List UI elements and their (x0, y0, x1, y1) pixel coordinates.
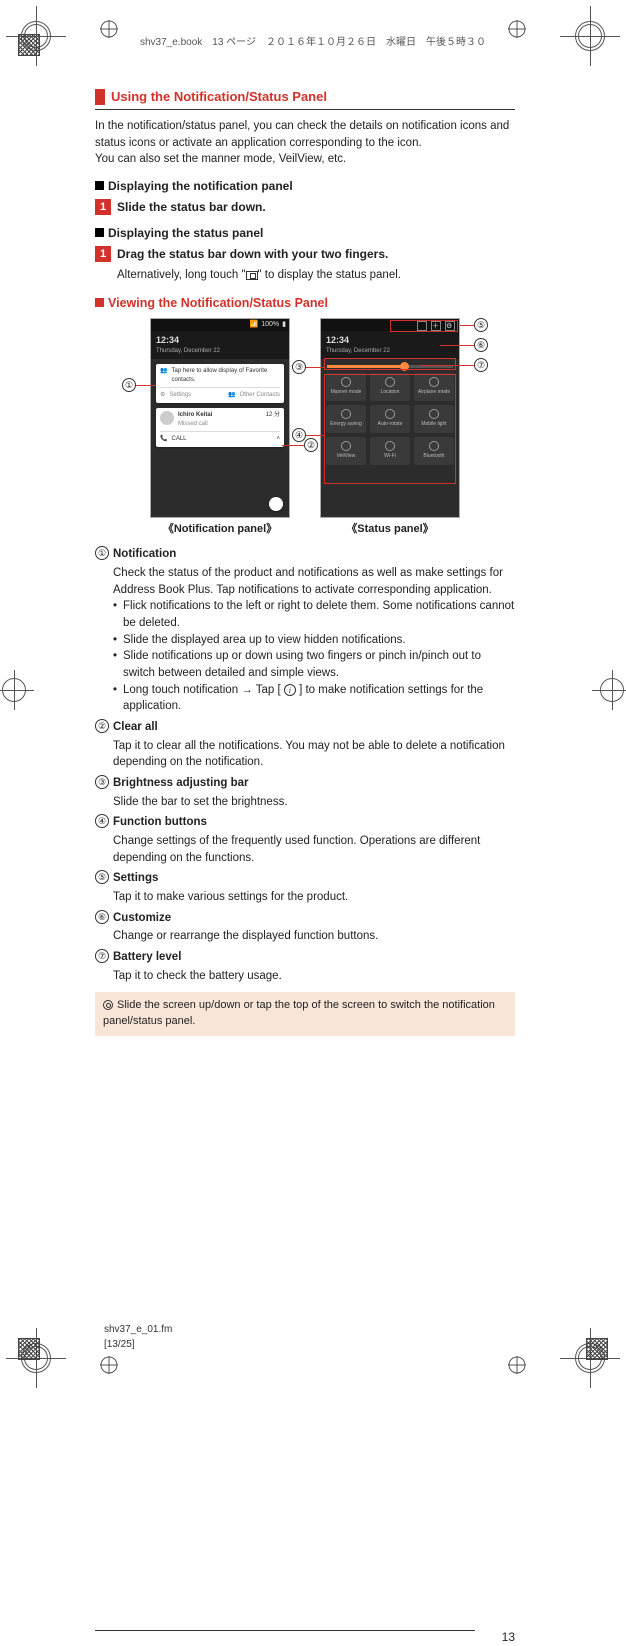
def-num-4-icon: ④ (95, 814, 109, 828)
function-tile: Airplane mode (414, 373, 454, 401)
battery-box-icon (417, 321, 427, 331)
note-ring-icon (103, 1000, 113, 1010)
status-panel-screenshot: ＋⚙ 12:34Thursday, December 22 Manner mod… (320, 318, 460, 518)
def-title: Function buttons (113, 814, 207, 831)
def-title: Notification (113, 546, 176, 563)
panel-screenshots: 📶100%▮ 12:34Thursday, December 22 👥Tap h… (95, 318, 515, 538)
subhead-notification-panel: Displaying the notification panel (95, 178, 515, 195)
callout-2-icon: ② (304, 438, 318, 452)
intro-text-2: You can also set the manner mode, VeilVi… (95, 153, 346, 165)
function-tile: Bluetooth (414, 437, 454, 465)
function-tile: Wi-Fi (370, 437, 410, 465)
def-num-1-icon: ① (95, 546, 109, 560)
subhead-status-panel: Displaying the status panel (95, 225, 515, 242)
gear-icon: ⚙ (160, 391, 165, 400)
note-text: Slide the screen up/down or tap the top … (103, 999, 495, 1027)
step-text: Drag the status bar down with your two f… (117, 246, 388, 263)
section-title-row: Using the Notification/Status Panel (95, 88, 515, 110)
hatched-square-icon (586, 1338, 608, 1360)
clear-all-button-screenshot (269, 497, 283, 511)
chevron-up-icon: ˄ (276, 435, 280, 444)
footer-filename: shv37_e_01.fm [13/25] (104, 1323, 172, 1352)
callout-5-icon: ⑤ (474, 318, 488, 332)
intro-text-1: In the notification/status panel, you ca… (95, 120, 509, 149)
subhead-viewing-panel: Viewing the Notification/Status Panel (95, 294, 515, 312)
register-mark-icon (508, 1356, 526, 1374)
contacts-icon: 👥 (160, 367, 167, 384)
section-bar-icon (95, 89, 105, 105)
hatched-square-icon (18, 1338, 40, 1360)
def-body-text: Tap it to make various settings for the … (113, 889, 515, 906)
def-num-3-icon: ③ (95, 775, 109, 789)
step-subtext: Alternatively, long touch "" to display … (117, 267, 515, 284)
function-tile: Location (370, 373, 410, 401)
def-title: Settings (113, 870, 158, 887)
def-num-2-icon: ② (95, 719, 109, 733)
page-content: Using the Notification/Status Panel In t… (95, 88, 515, 1036)
def-bullet: Flick notifications to the left or right… (113, 598, 515, 631)
step-text: Slide the status bar down. (117, 199, 266, 216)
battery-icon: ▮ (282, 320, 286, 330)
step-row: 1 Drag the status bar down with your two… (95, 246, 515, 263)
note-box: Slide the screen up/down or tap the top … (95, 992, 515, 1036)
def-body-text: Change or rearrange the displayed functi… (113, 928, 515, 945)
panel-label-left: 《Notification panel》 (150, 522, 290, 538)
def-num-6-icon: ⑥ (95, 910, 109, 924)
function-tile: Auto-rotate (370, 405, 410, 433)
callout-1-icon: ① (122, 378, 136, 392)
function-tile: Mobile light (414, 405, 454, 433)
callout-3-icon: ③ (292, 360, 306, 374)
page-rule (95, 1630, 475, 1631)
notification-panel-screenshot: 📶100%▮ 12:34Thursday, December 22 👥Tap h… (150, 318, 290, 518)
step-row: 1 Slide the status bar down. (95, 199, 515, 216)
function-tile: VeilView (326, 437, 366, 465)
book-header: shv37_e.book 13 ページ ２０１６年１０月２６日 水曜日 午後５時… (0, 36, 626, 51)
people-icon: 👥 (228, 391, 235, 400)
page-number: 13 (502, 1629, 515, 1646)
def-title: Battery level (113, 949, 181, 966)
def-title: Customize (113, 910, 171, 927)
gear-icon: ⚙ (445, 321, 455, 331)
def-num-5-icon: ⑤ (95, 870, 109, 884)
def-body-text: Check the status of the product and noti… (113, 565, 515, 598)
info-icon: i (284, 684, 296, 696)
intro-paragraph: In the notification/status panel, you ca… (95, 118, 515, 168)
callout-7-icon: ⑦ (474, 358, 488, 372)
section-title: Using the Notification/Status Panel (111, 88, 327, 107)
def-body-text: Tap it to check the battery usage. (113, 968, 515, 985)
def-title: Brightness adjusting bar (113, 775, 248, 792)
function-tile: Energy saving (326, 405, 366, 433)
recent-apps-icon (246, 271, 258, 280)
def-bullet: Slide notifications up or down using two… (113, 648, 515, 681)
register-mark-icon (100, 1356, 118, 1374)
callout-6-icon: ⑥ (474, 338, 488, 352)
panel-label-right: 《Status panel》 (320, 522, 460, 538)
function-tile: Manner mode (326, 373, 366, 401)
avatar-icon (160, 411, 174, 425)
signal-bar-icon: 📶 (250, 320, 259, 330)
def-body-text: Change settings of the frequently used f… (113, 833, 515, 866)
def-bullet: Long touch notification → Tap [ i ] to m… (113, 682, 515, 715)
def-body-text: Tap it to clear all the notifications. Y… (113, 738, 515, 771)
book-header-text: shv37_e.book 13 ページ ２０１６年１０月２６日 水曜日 午後５時… (140, 36, 486, 51)
definitions-list: ① Notification Check the status of the pr… (95, 546, 515, 984)
def-body-text: Slide the bar to set the brightness. (113, 794, 515, 811)
callout-4-icon: ④ (292, 428, 306, 442)
def-title: Clear all (113, 719, 158, 736)
phone-icon: 📞 (160, 435, 167, 444)
def-num-7-icon: ⑦ (95, 949, 109, 963)
def-bullet: Slide the displayed area up to view hidd… (113, 632, 515, 649)
step-number-icon: 1 (95, 246, 111, 262)
plus-icon: ＋ (431, 321, 441, 331)
step-number-icon: 1 (95, 199, 111, 215)
